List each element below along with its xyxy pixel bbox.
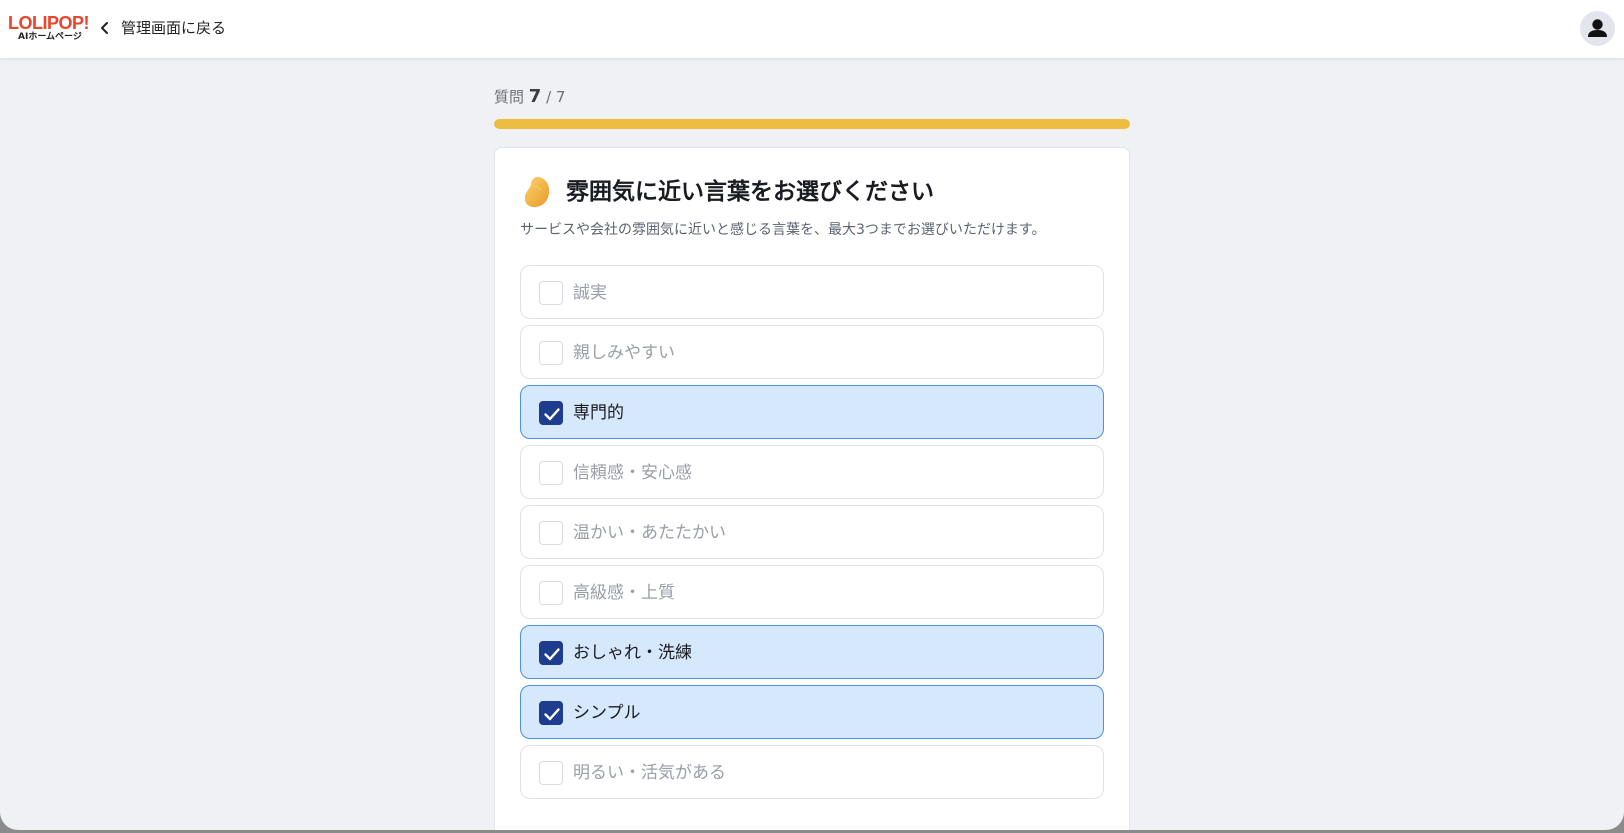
option-item[interactable]: 誠実 (520, 265, 1104, 319)
option-label: おしゃれ・洗練 (573, 643, 692, 663)
question-counter-total: / 7 (546, 88, 566, 106)
progress-bar (494, 119, 1130, 129)
option-label: 温かい・あたたかい (573, 523, 726, 543)
checkmark-icon (544, 408, 560, 421)
checkbox-unchecked[interactable] (539, 581, 563, 605)
user-avatar-icon[interactable] (1580, 11, 1615, 46)
option-item[interactable]: シンプル (520, 685, 1104, 739)
checkbox-checked[interactable] (539, 701, 563, 725)
logo-subtitle: AIホームページ (18, 32, 82, 42)
option-label: 専門的 (573, 403, 624, 423)
option-item[interactable]: 親しみやすい (520, 325, 1104, 379)
checkbox-checked[interactable] (539, 641, 563, 665)
question-card: 雰囲気に近い言葉をお選びください サービスや会社の雰囲気に近いと感じる言葉を、最… (494, 147, 1130, 830)
chevron-left-icon[interactable] (99, 19, 111, 37)
checkbox-unchecked[interactable] (539, 761, 563, 785)
option-label: シンプル (573, 703, 641, 723)
option-item[interactable]: 温かい・あたたかい (520, 505, 1104, 559)
progress-bar-fill (494, 119, 1130, 129)
option-label: 親しみやすい (573, 343, 675, 363)
checkbox-unchecked[interactable] (539, 461, 563, 485)
back-to-admin-link[interactable]: 管理画面に戻る (121, 18, 226, 38)
lolipop-logo[interactable]: LOLIPOP! AIホームページ (8, 14, 92, 44)
checkbox-checked[interactable] (539, 401, 563, 425)
option-item[interactable]: 専門的 (520, 385, 1104, 439)
question-counter-prefix: 質問 (494, 88, 525, 106)
option-item[interactable]: 信頼感・安心感 (520, 445, 1104, 499)
app-window: LOLIPOP! AIホームページ 管理画面に戻る 質問 7 / 7 雰囲気に近… (0, 0, 1624, 830)
checkbox-unchecked[interactable] (539, 521, 563, 545)
question-counter: 質問 7 / 7 (494, 86, 565, 108)
top-header: LOLIPOP! AIホームページ 管理画面に戻る (0, 0, 1624, 58)
question-title: 雰囲気に近い言葉をお選びください (566, 179, 934, 205)
option-item[interactable]: おしゃれ・洗練 (520, 625, 1104, 679)
option-label: 明るい・活気がある (573, 763, 726, 783)
logo-wordmark: LOLIPOP! (8, 13, 90, 33)
question-counter-current: 7 (528, 86, 542, 107)
option-label: 誠実 (573, 283, 607, 303)
option-item[interactable]: 明るい・活気がある (520, 745, 1104, 799)
mood-emoji-icon (522, 175, 552, 209)
checkbox-unchecked[interactable] (539, 281, 563, 305)
option-label: 信頼感・安心感 (573, 463, 692, 483)
option-label: 高級感・上質 (573, 583, 675, 603)
checkbox-unchecked[interactable] (539, 341, 563, 365)
checkmark-icon (544, 708, 560, 721)
question-description: サービスや会社の雰囲気に近いと感じる言葉を、最大3つまでお選びいただけます。 (520, 222, 1046, 238)
checkmark-icon (544, 648, 560, 661)
option-item[interactable]: 高級感・上質 (520, 565, 1104, 619)
